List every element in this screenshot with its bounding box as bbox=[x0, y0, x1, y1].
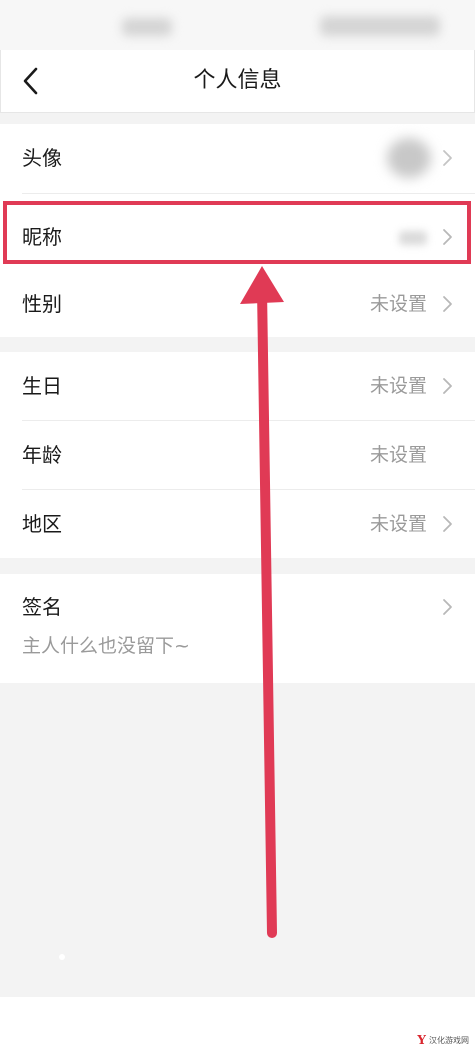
region-row[interactable]: 地区 未设置 bbox=[0, 490, 475, 558]
gender-label: 性别 bbox=[22, 292, 62, 316]
chevron-right-icon bbox=[443, 516, 452, 532]
avatar-label: 头像 bbox=[22, 146, 62, 170]
watermark: Y 汉化游戏网 bbox=[417, 1033, 469, 1047]
signature-value: 主人什么也没留下~ bbox=[22, 635, 190, 657]
status-bar bbox=[0, 0, 475, 50]
region-value: 未设置 bbox=[369, 513, 427, 535]
chevron-right-icon bbox=[443, 599, 452, 615]
indicator-dot bbox=[59, 954, 65, 960]
status-time-blurred bbox=[122, 18, 172, 36]
watermark-text: 汉化游戏网 bbox=[429, 1035, 469, 1045]
signature-section[interactable]: 签名 bbox=[0, 574, 475, 683]
watermark-logo: Y bbox=[417, 1033, 426, 1047]
avatar-row[interactable]: 头像 bbox=[0, 124, 475, 192]
age-label: 年龄 bbox=[22, 443, 62, 467]
age-row: 年龄 未设置 bbox=[0, 421, 475, 489]
gender-row[interactable]: 性别 未设置 bbox=[0, 270, 475, 338]
gender-value: 未设置 bbox=[369, 293, 427, 315]
chevron-right-icon bbox=[443, 378, 452, 394]
chevron-right-icon bbox=[443, 150, 452, 166]
birthday-row[interactable]: 生日 未设置 bbox=[0, 352, 475, 420]
highlight-box bbox=[3, 201, 471, 264]
birthday-value: 未设置 bbox=[369, 375, 427, 397]
avatar[interactable] bbox=[387, 138, 431, 178]
region-label: 地区 bbox=[22, 512, 62, 536]
chevron-right-icon bbox=[443, 296, 452, 312]
page-title: 个人信息 bbox=[193, 68, 282, 93]
birthday-label: 生日 bbox=[22, 374, 62, 398]
age-value: 未设置 bbox=[369, 444, 427, 466]
details-section: 生日 未设置 年龄 未设置 地区 未设置 bbox=[0, 352, 475, 558]
bottom-area: Y 汉化游戏网 bbox=[0, 997, 475, 1055]
divider bbox=[22, 193, 475, 194]
status-icons-blurred bbox=[320, 16, 440, 36]
navigation-bar: 个人信息 bbox=[0, 50, 475, 113]
